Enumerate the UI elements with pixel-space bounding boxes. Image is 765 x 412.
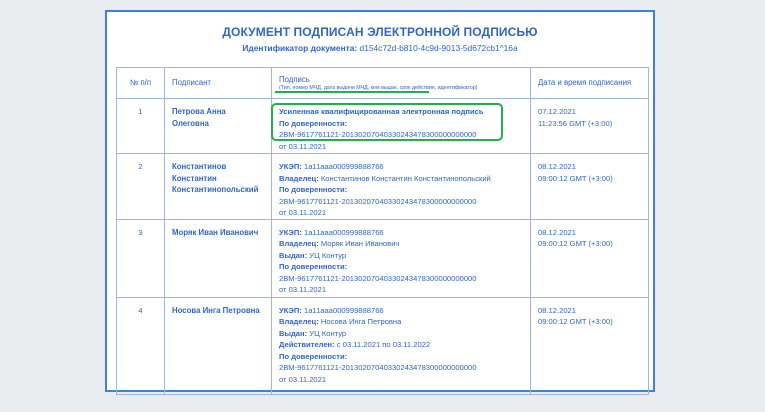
valid-label: Действителен: — [279, 340, 335, 349]
row-num: 4 — [116, 296, 165, 395]
row-signer: Носова Инга Петровна — [164, 296, 272, 395]
ukep-label: УКЭП: — [279, 227, 302, 237]
ukep-value: 1а11ааа000999888766 — [303, 227, 384, 237]
header-signer: Подписант — [164, 67, 272, 99]
identifier-label: Идентификатор документа: — [242, 43, 358, 53]
poa-date: от 03.11.2021 — [279, 285, 327, 294]
row-signer: Константинов Константин Константинопольс… — [164, 153, 272, 220]
table-row: 2 Константинов Константин Константинопол… — [116, 153, 649, 220]
row-num: 2 — [116, 153, 165, 220]
sign-time: 11:23:56 GMT (+3:00) — [538, 118, 613, 128]
row-datetime: 08.12.2021 09:00:12 GMT (+3:00) — [530, 296, 649, 395]
sign-time: 09:00:12 GMT (+3:00) — [538, 239, 613, 248]
ukep-label: УКЭП: — [279, 162, 302, 171]
signature-type: Усиленная квалифицированная электронная … — [279, 107, 484, 116]
stamp-title: ДОКУМЕНТ ПОДПИСАН ЭЛЕКТРОННОЙ ПОДПИСЬЮ — [222, 25, 538, 39]
signatures-table: № п/п Подписант Подпись (Тип, номер МЧД,… — [116, 67, 649, 395]
table-header-row: № п/п Подписант Подпись (Тип, номер МЧД,… — [116, 67, 649, 99]
sign-time: 09:00:12 GMT (+3:00) — [538, 173, 613, 183]
poa-label: По доверенности: — [279, 262, 348, 271]
row-num: 3 — [116, 218, 165, 298]
row-signer: Петрова Анна Олеговна — [164, 98, 272, 154]
poa-date: от 03.11.2021 — [279, 208, 327, 217]
document-identifier: Идентификатор документа: d154c72d-b810-4… — [107, 43, 653, 53]
sign-date: 08.12.2021 — [538, 162, 577, 171]
table-row: 3 Моряк Иван Иванович УКЭП: 1а11ааа00099… — [116, 218, 649, 298]
poa-number: 2ВМ-9617761121-2013020704033024347830000… — [279, 130, 477, 139]
row-signature: УКЭП: 1а11ааа000999888766 Владелец: Конс… — [271, 153, 531, 220]
owner-label: Владелец: — [279, 239, 319, 248]
poa-date: от 03.11.2021 — [279, 374, 327, 384]
header-signature: Подпись (Тип, номер МЧД, дата выдачи МЧД… — [271, 67, 531, 99]
issued-label: Выдан: — [279, 328, 308, 338]
poa-number: 2ВМ-9617761121-2013020704033024347830000… — [279, 273, 477, 283]
sign-date: 08.12.2021 — [538, 227, 577, 237]
identifier-value: d154c72d-b810-4c9d-9013-5d672cb1^16a — [359, 43, 518, 53]
row-datetime: 07.12.2021 11:23:56 GMT (+3:00) — [530, 98, 649, 154]
valid-value: с 03.11.2021 по 03.11.2022 — [336, 340, 431, 349]
header-num: № п/п — [116, 67, 165, 99]
issued-value: УЦ Контур — [309, 328, 347, 338]
owner-value: Моряк Иван Иванович — [320, 239, 400, 248]
ukep-value: 1а11ааа000999888766 — [303, 305, 384, 315]
row-num: 1 — [116, 98, 165, 154]
row-signer: Моряк Иван Иванович — [164, 218, 272, 298]
highlight-underline — [275, 91, 429, 93]
poa-number: 2ВМ-9617761121-2013020704033024347830000… — [279, 363, 477, 372]
row-signature: УКЭП: 1а11ааа000999888766 Владелец: Носо… — [271, 296, 531, 395]
row-datetime: 08.12.2021 09:00:12 GMT (+3:00) — [530, 218, 649, 298]
ukep-label: УКЭП: — [279, 305, 302, 315]
sign-date: 07.12.2021 — [538, 107, 577, 116]
sign-date: 08.12.2021 — [538, 305, 577, 315]
issued-label: Выдан: — [279, 250, 308, 260]
owner-label: Владелец: — [279, 317, 319, 326]
owner-value: Константинов Константин Константинопольс… — [320, 173, 491, 183]
poa-date: от 03.11.2021 — [279, 141, 327, 151]
owner-label: Владелец: — [279, 173, 319, 183]
poa-label: По доверенности: — [279, 351, 348, 361]
poa-label: По доверенности: — [279, 185, 348, 194]
sign-time: 09:00:12 GMT (+3:00) — [538, 317, 613, 326]
issued-value: УЦ Контур — [309, 250, 347, 260]
owner-value: Носова Инга Петровна — [320, 317, 402, 326]
table-row: 1 Петрова Анна Олеговна Усиленная квалиф… — [116, 98, 649, 154]
ukep-value: 1а11ааа000999888766 — [303, 162, 384, 171]
row-signature: УКЭП: 1а11ааа000999888766 Владелец: Моря… — [271, 218, 531, 298]
row-datetime: 08.12.2021 09:00:12 GMT (+3:00) — [530, 153, 649, 220]
poa-number: 2ВМ-9617761121-2013020704033024347830000… — [279, 196, 477, 206]
row-signature: Усиленная квалифицированная электронная … — [271, 98, 531, 154]
header-datetime: Дата и время подписания — [530, 67, 649, 99]
poa-label: По доверенности: — [279, 118, 348, 128]
header-signature-label: Подпись — [279, 74, 310, 84]
signature-stamp: ДОКУМЕНТ ПОДПИСАН ЭЛЕКТРОННОЙ ПОДПИСЬЮ И… — [105, 10, 655, 395]
table-row: 4 Носова Инга Петровна УКЭП: 1а11ааа0009… — [116, 296, 649, 395]
